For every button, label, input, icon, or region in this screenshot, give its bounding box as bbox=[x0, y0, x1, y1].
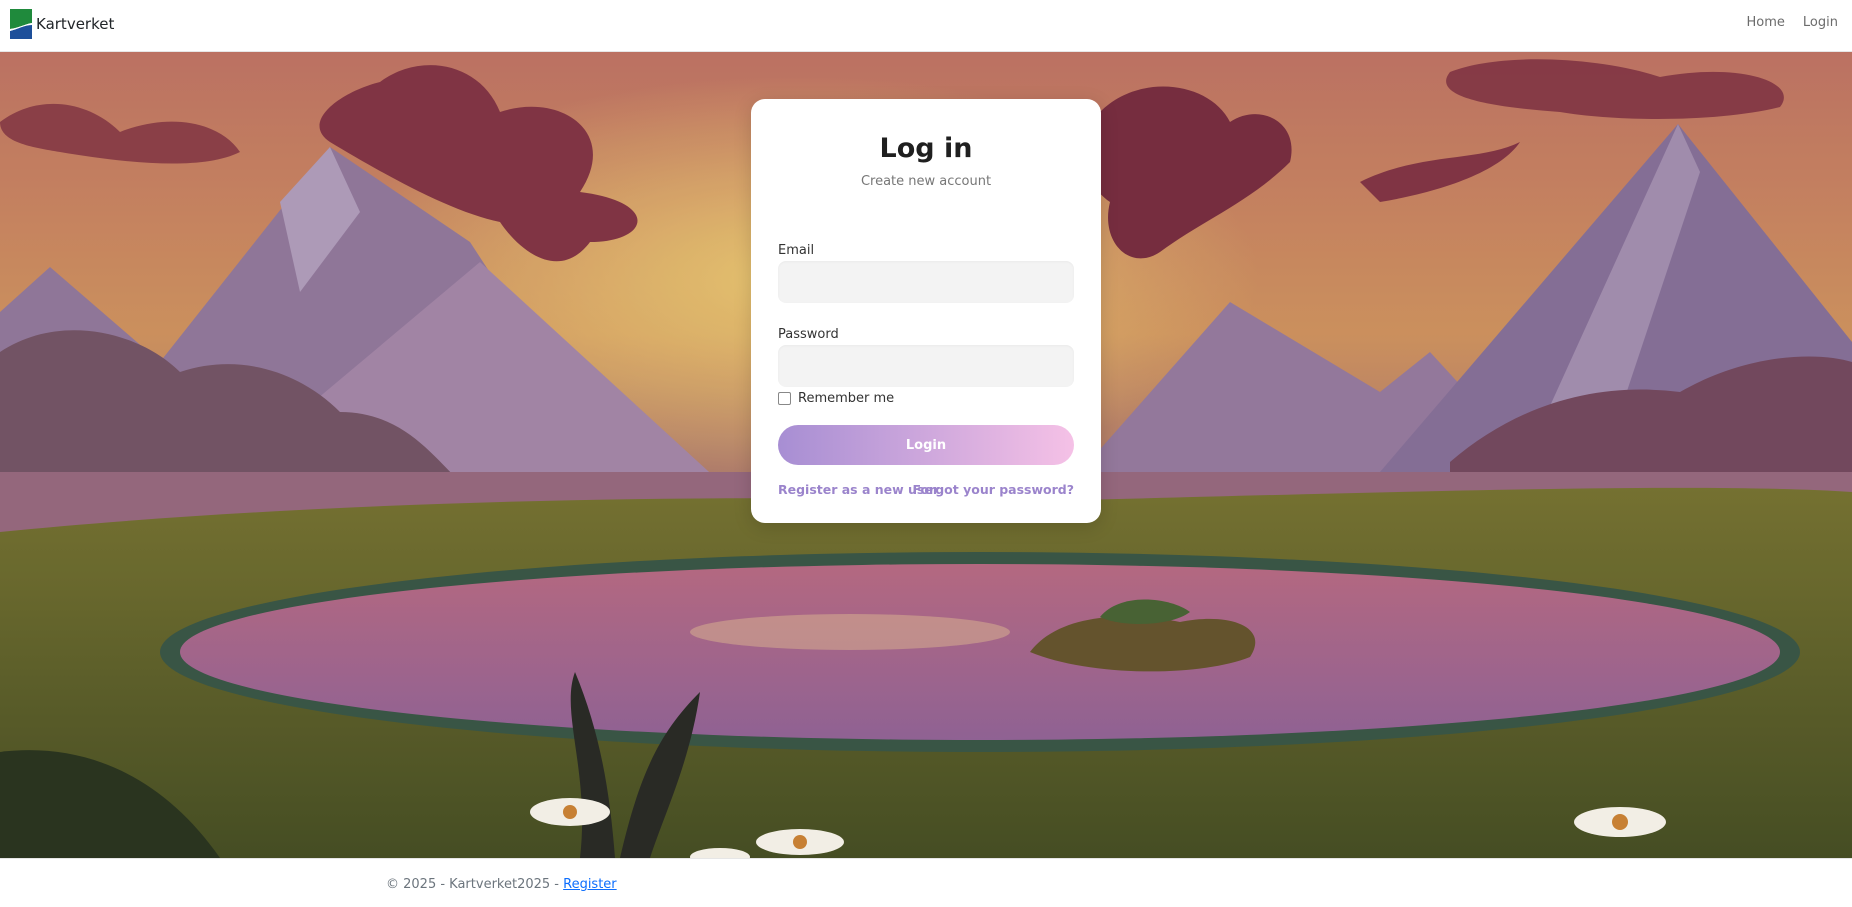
email-input[interactable] bbox=[778, 261, 1074, 303]
remember-me-label[interactable]: Remember me bbox=[798, 391, 894, 406]
password-input[interactable] bbox=[778, 345, 1074, 387]
kartverket-logo-icon bbox=[10, 9, 32, 39]
email-label: Email bbox=[778, 243, 815, 258]
login-button[interactable]: Login bbox=[778, 425, 1074, 465]
password-label: Password bbox=[778, 327, 839, 342]
login-title: Log in bbox=[879, 133, 973, 164]
footer-text: © 2025 - Kartverket2025 - Register bbox=[386, 877, 617, 892]
footer-copyright: © 2025 - Kartverket2025 - bbox=[386, 877, 564, 892]
top-navbar: Kartverket Home Login bbox=[0, 0, 1852, 52]
nav-links: Home Login bbox=[1747, 15, 1838, 30]
hero-section: Log in Create new account Email Password… bbox=[0, 52, 1852, 858]
forgot-password-link[interactable]: Forgot your password? bbox=[912, 482, 1074, 497]
footer-register-link[interactable]: Register bbox=[563, 877, 617, 892]
login-card: Log in Create new account Email Password… bbox=[751, 99, 1101, 523]
brand-name: Kartverket bbox=[36, 15, 115, 33]
nav-home-link[interactable]: Home bbox=[1747, 15, 1785, 30]
nav-login-link[interactable]: Login bbox=[1803, 15, 1838, 30]
footer: © 2025 - Kartverket2025 - Register bbox=[0, 858, 1852, 907]
remember-me-checkbox[interactable] bbox=[778, 392, 791, 405]
remember-me-row: Remember me bbox=[778, 391, 894, 406]
login-subtitle: Create new account bbox=[860, 174, 992, 189]
brand[interactable]: Kartverket bbox=[10, 8, 114, 40]
